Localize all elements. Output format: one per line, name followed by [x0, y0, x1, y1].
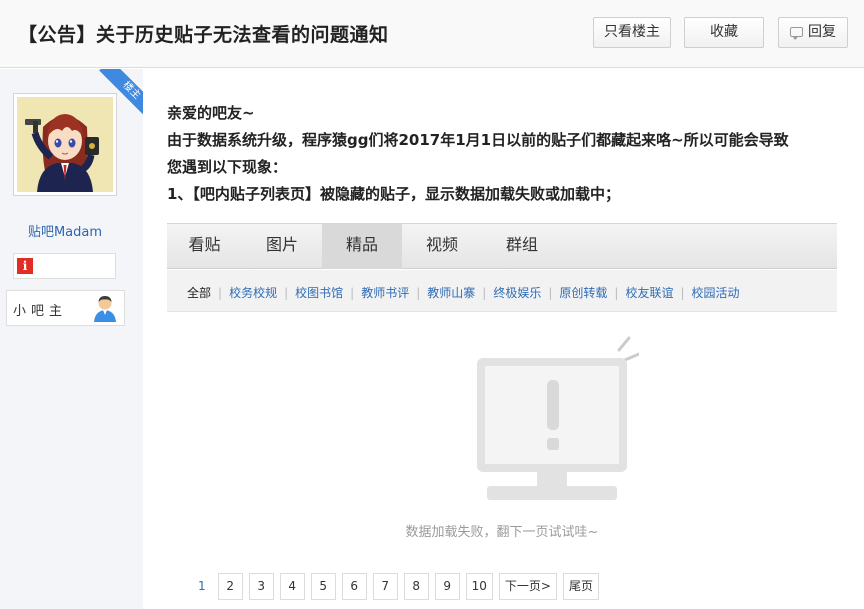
page-link[interactable]: 5 [310, 573, 336, 600]
tab-tupian[interactable]: 图片 [242, 224, 322, 269]
subnav-item[interactable]: 校友联谊 [625, 286, 673, 300]
subnav-item[interactable]: 全部 [187, 286, 211, 300]
post-header: 【公告】关于历史贴子无法查看的问题通知 只看楼主 收藏 回复 [0, 0, 864, 68]
info-badge-icon: i [17, 258, 33, 274]
tab-qunzu[interactable]: 群组 [482, 224, 562, 269]
subnav-item[interactable]: 教师山寨 [427, 286, 475, 300]
post-line: 您遇到以下现象： [167, 158, 288, 176]
last-page-button[interactable]: 尾页 [562, 573, 599, 600]
subnav-item[interactable]: 终极娱乐 [493, 286, 541, 300]
member-badge-bar[interactable]: i [13, 253, 116, 279]
category-list: 全部 | 校务校规 | 校图书馆 | 教师书评 | 教师山寨 | 终极娱乐 | 原创转载 | 校友联谊 | 校园… [187, 284, 740, 301]
tab-jingpin[interactable]: 精品 [322, 224, 402, 269]
subnav-item[interactable]: 校园活动 [692, 286, 740, 300]
page-link[interactable]: 10 [465, 573, 493, 600]
page-link[interactable]: 9 [434, 573, 460, 600]
subnav-separator: | [284, 286, 289, 300]
pagination: 1 2 3 4 5 6 7 8 9 10 下一页> 尾页 [192, 573, 605, 600]
page-link[interactable]: 7 [372, 573, 398, 600]
subnav-item[interactable]: 校务校规 [229, 286, 277, 300]
post-line: 由于数据系统升级，程序猿gg们将2017年1月1日以前的贴子们都藏起来咯~所以可… [167, 131, 789, 149]
comment-bubble-icon [790, 27, 803, 40]
embedded-screenshot: 看贴 图片 精品 视频 群组 全部 | 校务校规 | 校图书馆 | 教师书评 | 教师山寨 | 终极… [167, 223, 837, 609]
post-line: 亲爱的吧友~ [167, 104, 255, 122]
page-link[interactable]: 6 [341, 573, 367, 600]
category-subnav: 全部 | 校务校规 | 校图书馆 | 教师书评 | 教师山寨 | 终极娱乐 | 原创转载 | 校友联谊 | 校园… [167, 270, 837, 312]
subnav-item[interactable]: 校图书馆 [295, 286, 343, 300]
subnav-separator: | [680, 286, 685, 300]
page-link[interactable]: 2 [217, 573, 243, 600]
page-current: 1 [192, 573, 212, 600]
load-failed-message: 数据加载失败，翻下一页试试哇~ [405, 525, 599, 540]
user-icon [94, 296, 116, 322]
author-username[interactable]: 贴吧Madam [0, 221, 130, 240]
post-title: 【公告】关于历史贴子无法查看的问题通知 [18, 24, 389, 46]
reply-button[interactable]: 回复 [778, 17, 848, 48]
reply-button-label: 回复 [808, 24, 836, 40]
next-page-button[interactable]: 下一页> [498, 573, 557, 600]
post-body: 亲爱的吧友~ 由于数据系统升级，程序猿gg们将2017年1月1日以前的贴子们都藏… [167, 100, 847, 208]
subnav-separator: | [218, 286, 223, 300]
tab-kantie[interactable]: 看贴 [167, 224, 242, 269]
subnav-separator: | [482, 286, 487, 300]
anime-avatar-icon [17, 97, 113, 192]
forum-tab-bar: 看贴 图片 精品 视频 群组 [167, 223, 837, 269]
subnav-separator: | [416, 286, 421, 300]
page-link[interactable]: 3 [248, 573, 274, 600]
favorite-button[interactable]: 收藏 [684, 17, 764, 48]
subnav-item[interactable]: 原创转载 [559, 286, 607, 300]
role-badge: 小吧主 [6, 290, 125, 326]
only-op-button[interactable]: 只看楼主 [593, 17, 671, 48]
post-line: 1、【吧内贴子列表页】被隐藏的贴子，显示数据加载失败或加载中； [167, 185, 620, 203]
author-panel: 楼主 贴吧Madam i 小吧主 [0, 69, 143, 609]
subnav-separator: | [548, 286, 553, 300]
page-link[interactable]: 8 [403, 573, 429, 600]
role-label: 小吧主 [13, 304, 68, 319]
monitor-alert-icon [477, 336, 639, 500]
page-link[interactable]: 4 [279, 573, 305, 600]
subnav-separator: | [614, 286, 619, 300]
tab-shipin[interactable]: 视频 [402, 224, 482, 269]
subnav-separator: | [350, 286, 355, 300]
subnav-item[interactable]: 教师书评 [361, 286, 409, 300]
avatar[interactable] [13, 93, 117, 196]
